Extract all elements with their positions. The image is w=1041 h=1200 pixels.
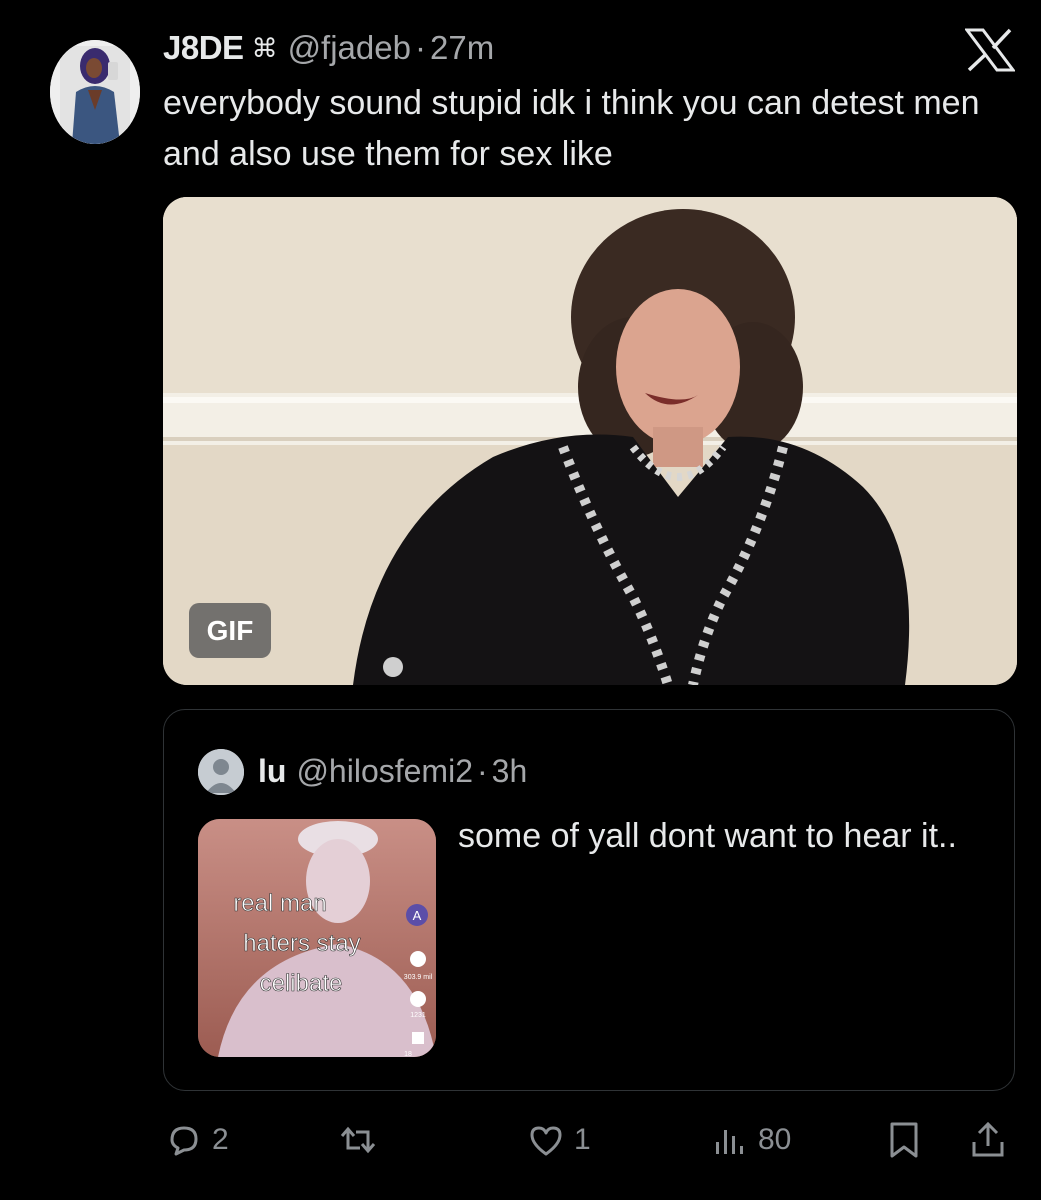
- tweet-timestamp[interactable]: 27m: [430, 29, 494, 67]
- thumbnail-comment-count: 1231: [410, 1012, 426, 1019]
- quoted-video-thumbnail[interactable]: real man haters stay celibate A 303.9 mi…: [198, 819, 436, 1057]
- thumbnail-caption-line-1: real man: [233, 890, 326, 917]
- author-name[interactable]: J8DE: [163, 29, 244, 67]
- action-bar: 2 1 80: [0, 1112, 1041, 1168]
- x-logo-icon[interactable]: [964, 28, 1016, 72]
- thumbnail-caption-line-2: haters stay: [243, 930, 360, 957]
- tweet-header: J8DE ⌘ @fjadeb · 27m: [163, 28, 494, 68]
- reply-icon: [170, 1126, 198, 1156]
- views-button[interactable]: 80: [710, 1112, 791, 1168]
- gif-badge: GIF: [189, 603, 271, 658]
- thumbnail-caption-line-3: celibate: [260, 970, 343, 997]
- author-handle[interactable]: @fjadeb: [288, 29, 411, 67]
- reply-button[interactable]: 2: [164, 1112, 229, 1168]
- name-glyph-icon: ⌘: [251, 32, 278, 63]
- bookmark-icon: [890, 1122, 918, 1158]
- views-icon: [716, 1130, 743, 1154]
- share-icon: [972, 1121, 1004, 1157]
- quoted-author-handle[interactable]: @hilosfemi2: [296, 753, 473, 790]
- svg-text:A: A: [413, 908, 422, 923]
- share-button[interactable]: [968, 1112, 1008, 1168]
- quoted-author-avatar[interactable]: [198, 749, 244, 795]
- gif-media[interactable]: [163, 197, 1017, 685]
- thumbnail-like-count: 303.9 mil: [404, 974, 433, 981]
- like-button[interactable]: 1: [526, 1112, 591, 1168]
- quoted-tweet-text: some of yall dont want to hear it..: [458, 817, 957, 855]
- repost-button[interactable]: [338, 1112, 386, 1168]
- like-icon: [530, 1126, 562, 1156]
- author-avatar[interactable]: [50, 40, 140, 144]
- thumbnail-save-count: 18: [404, 1051, 412, 1057]
- bookmark-button[interactable]: [884, 1112, 924, 1168]
- tweet-text: everybody sound stupid idk i think you c…: [163, 84, 980, 173]
- like-count: 1: [574, 1123, 591, 1156]
- reply-count: 2: [212, 1123, 229, 1156]
- quoted-author-name[interactable]: lu: [258, 753, 286, 790]
- separator-dot: ·: [414, 29, 426, 66]
- separator-dot: ·: [476, 752, 488, 789]
- quoted-timestamp[interactable]: 3h: [492, 753, 528, 790]
- quoted-tweet-header: lu @hilosfemi2 · 3h: [258, 748, 527, 794]
- repost-icon: [340, 1126, 376, 1154]
- view-count: 80: [758, 1123, 792, 1156]
